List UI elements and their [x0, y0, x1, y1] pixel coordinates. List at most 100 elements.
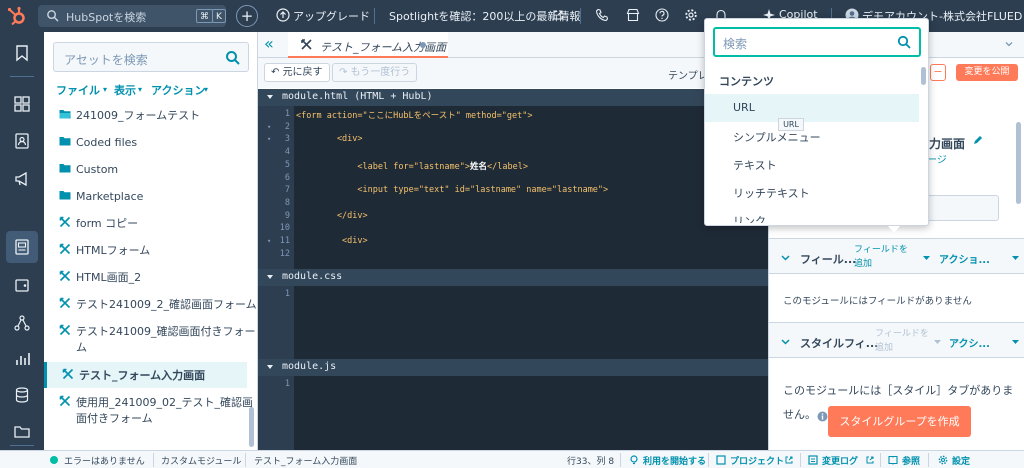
- file-menu[interactable]: ファイル: [56, 82, 100, 98]
- field-type-option[interactable]: URL: [705, 94, 919, 122]
- settings-gear-icon[interactable]: [684, 8, 698, 22]
- project-link[interactable]: プロジェクト: [730, 454, 784, 467]
- js-pane-header[interactable]: module.js: [258, 359, 768, 376]
- marketing-megaphone-icon[interactable]: [13, 170, 31, 188]
- module-label-input[interactable]: [917, 195, 999, 221]
- bookmark-icon[interactable]: [13, 44, 31, 62]
- undo-icon: ↶: [271, 67, 283, 78]
- chevron-down-icon[interactable]: [1005, 40, 1013, 48]
- dashboard-grid-icon[interactable]: [13, 95, 31, 113]
- edit-pencil-icon[interactable]: [972, 134, 984, 146]
- chevron-down-icon: ▾: [204, 85, 209, 94]
- content-icon[interactable]: [13, 238, 31, 256]
- fields-section-header[interactable]: フィール... フィールドを追加 アクショ...: [769, 238, 1024, 274]
- view-menu[interactable]: 表示: [114, 82, 136, 98]
- create-style-group-button[interactable]: スタイルグループを作成: [828, 406, 971, 437]
- line-number: 4: [284, 147, 290, 158]
- chevron-down-icon[interactable]: [1012, 338, 1019, 345]
- add-style-field-button[interactable]: フィールドを追加: [875, 327, 937, 355]
- reference-link[interactable]: 参照: [902, 454, 920, 467]
- reports-icon[interactable]: [13, 350, 31, 368]
- field-type-option-label: リンク: [733, 215, 766, 223]
- chevron-down-icon: [934, 340, 941, 344]
- asset-tree-item[interactable]: テスト241009_確認画面付きフォーム: [44, 318, 256, 358]
- create-new-button[interactable]: +: [236, 5, 258, 27]
- publish-changes-button[interactable]: 変更を公開: [956, 64, 1018, 81]
- asset-tree-item[interactable]: HTML画面_2: [44, 264, 247, 290]
- changelog-link[interactable]: 変更ログ: [822, 454, 858, 467]
- preview-options-button[interactable]: −: [930, 64, 946, 81]
- asset-tree-item[interactable]: HTMLフォーム: [44, 237, 247, 263]
- asset-tree-item[interactable]: Coded files: [44, 129, 247, 155]
- folder-open-icon: [59, 110, 71, 119]
- undo-button[interactable]: ↶ 元に戻す: [264, 63, 330, 82]
- js-code-area[interactable]: 1: [258, 376, 768, 450]
- external-link-icon: [866, 456, 874, 464]
- field-type-option-label: リッチテキスト: [733, 187, 810, 200]
- panel-scrollbar[interactable]: [1016, 122, 1021, 204]
- css-pane-header[interactable]: module.css: [258, 269, 768, 286]
- asset-tree-item[interactable]: 241009_フォームテスト: [44, 102, 247, 128]
- command-key-badge: ⌘: [196, 9, 213, 23]
- action-menu[interactable]: アクション: [151, 82, 205, 98]
- spotlight-link[interactable]: Spotlightを確認：200以上の最新情報: [389, 8, 580, 24]
- fields-actions-menu[interactable]: アクショ...: [939, 251, 990, 266]
- fold-toggle-icon[interactable]: ▾: [267, 135, 271, 143]
- asset-search-input[interactable]: アセットを検索: [53, 42, 249, 72]
- field-type-option-label: URL: [733, 101, 755, 114]
- css-code-area[interactable]: 1: [258, 286, 768, 359]
- library-folder-icon[interactable]: [13, 422, 31, 440]
- line-number: 3: [284, 134, 290, 145]
- hubspot-logo-icon[interactable]: [6, 5, 28, 27]
- info-circle-icon[interactable]: [817, 411, 828, 422]
- asset-tree-item[interactable]: form コピー: [44, 210, 247, 236]
- chevron-down-icon[interactable]: [923, 254, 930, 261]
- dropdown-scrollbar[interactable]: [921, 67, 926, 85]
- no-errors-status: エラーはありません: [64, 457, 145, 467]
- commerce-icon[interactable]: [13, 276, 31, 294]
- collapse-triangle-icon: [267, 95, 273, 99]
- asset-tree-item[interactable]: 使用用_241009_02_テスト_確認画 面付きフォーム: [44, 389, 253, 429]
- contacts-icon[interactable]: [13, 132, 31, 150]
- asset-tree-item[interactable]: テスト_フォーム入力画面: [44, 362, 247, 388]
- asset-tree-item-label-line: Custom: [76, 163, 119, 176]
- status-ok-dot-icon: [50, 456, 58, 464]
- help-icon[interactable]: [655, 8, 669, 22]
- chevron-down-icon[interactable]: [1012, 254, 1019, 261]
- automation-icon[interactable]: [13, 314, 31, 332]
- field-type-option[interactable]: リッチテキスト: [705, 178, 919, 206]
- line-number: 7: [284, 185, 290, 196]
- get-started-link[interactable]: 利用を開始する: [643, 454, 706, 467]
- field-type-option[interactable]: テキスト: [705, 150, 919, 178]
- redo-button[interactable]: ↷ もう一度行う: [332, 63, 418, 82]
- html-pane-header[interactable]: module.html (HTML + HubL): [258, 89, 768, 106]
- style-actions-menu[interactable]: アクシ...: [949, 335, 990, 350]
- field-type-option[interactable]: リンク: [705, 206, 919, 223]
- style-fields-section-header[interactable]: スタイルフィ... フィールドを追加 アクシ...: [769, 322, 1024, 358]
- field-type-option[interactable]: シンプルメニュー: [705, 122, 919, 150]
- field-search-input[interactable]: 検索: [713, 27, 921, 57]
- marketplace-icon[interactable]: [626, 8, 640, 22]
- fold-toggle-icon[interactable]: ▾: [267, 237, 271, 245]
- phone-icon[interactable]: [595, 8, 609, 22]
- dropdown-pointer: [888, 226, 900, 233]
- global-search[interactable]: HubSpotを検索 ⌘ K: [38, 5, 226, 27]
- asset-tree-item-label-line: HTML画面_2: [76, 271, 142, 284]
- add-field-button[interactable]: フィールドを追加: [854, 243, 916, 271]
- asset-tree-item[interactable]: Custom: [44, 156, 247, 182]
- status-divider: [800, 453, 801, 467]
- editor-tab-bar: « テスト_フォーム入力画面: [258, 32, 768, 58]
- module-icon: [59, 243, 71, 255]
- collapse-sidebar-icon[interactable]: «: [264, 36, 282, 54]
- html-code-area[interactable]: 1 <form action="ここにHubLをペースト" method="get…: [258, 106, 768, 269]
- search-icon[interactable]: [225, 50, 240, 65]
- asset-tree-item[interactable]: テスト241009_2_確認画面フォーム: [44, 291, 257, 317]
- settings-link[interactable]: 設定: [952, 454, 970, 467]
- data-database-icon[interactable]: [13, 386, 31, 404]
- asset-scrollbar[interactable]: [249, 407, 254, 447]
- fold-toggle-icon[interactable]: ▾: [267, 123, 271, 131]
- upgrade-link[interactable]: アップグレード: [293, 8, 370, 24]
- file-tab[interactable]: テスト_フォーム入力画面: [288, 32, 448, 58]
- search-icon[interactable]: [897, 35, 911, 49]
- asset-tree-item[interactable]: Marketplace: [44, 183, 247, 209]
